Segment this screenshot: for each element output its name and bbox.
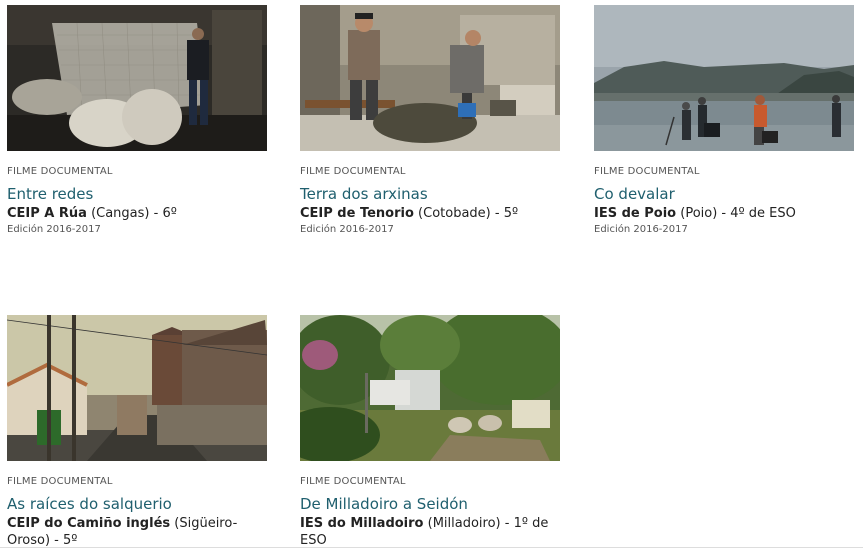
- page-divider: [0, 547, 863, 548]
- thumbnail-image: [7, 5, 267, 151]
- documentary-title-link[interactable]: Entre redes: [7, 184, 267, 204]
- school-info: CEIP de Tenorio (Cotobade) - 5º: [300, 205, 560, 222]
- documentary-card: FILME DOCUMENTAL Terra dos arxinas CEIP …: [300, 5, 560, 236]
- thumbnail-fishing-nets[interactable]: [7, 5, 267, 151]
- thumbnail-village-street[interactable]: [7, 315, 267, 461]
- school-name: CEIP de Tenorio: [300, 206, 414, 221]
- thumbnail-image: [300, 5, 560, 151]
- category-label: FILME DOCUMENTAL: [594, 166, 700, 177]
- school-location-grade: (Poio) - 4º de ESO: [676, 206, 796, 221]
- documentary-card: FILME DOCUMENTAL Co devalar IES de Poio …: [594, 5, 854, 236]
- thumbnail-image: [594, 5, 854, 151]
- thumbnail-garden-sheep[interactable]: [300, 315, 560, 461]
- school-name: IES de Poio: [594, 206, 677, 221]
- thumbnail-image: [300, 315, 560, 461]
- documentary-title-link[interactable]: Co devalar: [594, 184, 854, 204]
- documentary-card: FILME DOCUMENTAL Entre redes CEIP A Rúa …: [7, 5, 267, 236]
- school-name: CEIP A Rúa: [7, 206, 87, 221]
- documentary-card: FILME DOCUMENTAL As raíces do salquerio …: [7, 315, 267, 549]
- edition-label: Edición 2016-2017: [594, 224, 688, 235]
- category-label: FILME DOCUMENTAL: [300, 166, 406, 177]
- thumbnail-image: [7, 315, 267, 461]
- edition-label: Edición 2016-2017: [300, 224, 394, 235]
- school-name: CEIP do Camiño inglés: [7, 516, 171, 531]
- edition-label: Edición 2016-2017: [7, 224, 101, 235]
- documentary-title-link[interactable]: De Milladoiro a Seidón: [300, 494, 560, 514]
- school-info: CEIP do Camiño inglés (Sigüeiro-Oroso) -…: [7, 515, 267, 549]
- documentary-card: FILME DOCUMENTAL De Milladoiro a Seidón …: [300, 315, 560, 549]
- school-location-grade: (Cangas) - 6º: [86, 206, 177, 221]
- school-location-grade: (Cotobade) - 5º: [413, 206, 519, 221]
- category-label: FILME DOCUMENTAL: [7, 476, 113, 487]
- documentary-title-link[interactable]: Terra dos arxinas: [300, 184, 560, 204]
- thumbnail-stone-workers[interactable]: [300, 5, 560, 151]
- category-label: FILME DOCUMENTAL: [7, 166, 113, 177]
- school-info: CEIP A Rúa (Cangas) - 6º: [7, 205, 267, 222]
- school-name: IES do Milladoiro: [300, 516, 424, 531]
- thumbnail-shellfish-gatherers[interactable]: [594, 5, 854, 151]
- category-label: FILME DOCUMENTAL: [300, 476, 406, 487]
- school-info: IES de Poio (Poio) - 4º de ESO: [594, 205, 854, 222]
- school-info: IES do Milladoiro (Milladoiro) - 1º de E…: [300, 515, 560, 549]
- documentary-title-link[interactable]: As raíces do salquerio: [7, 494, 267, 514]
